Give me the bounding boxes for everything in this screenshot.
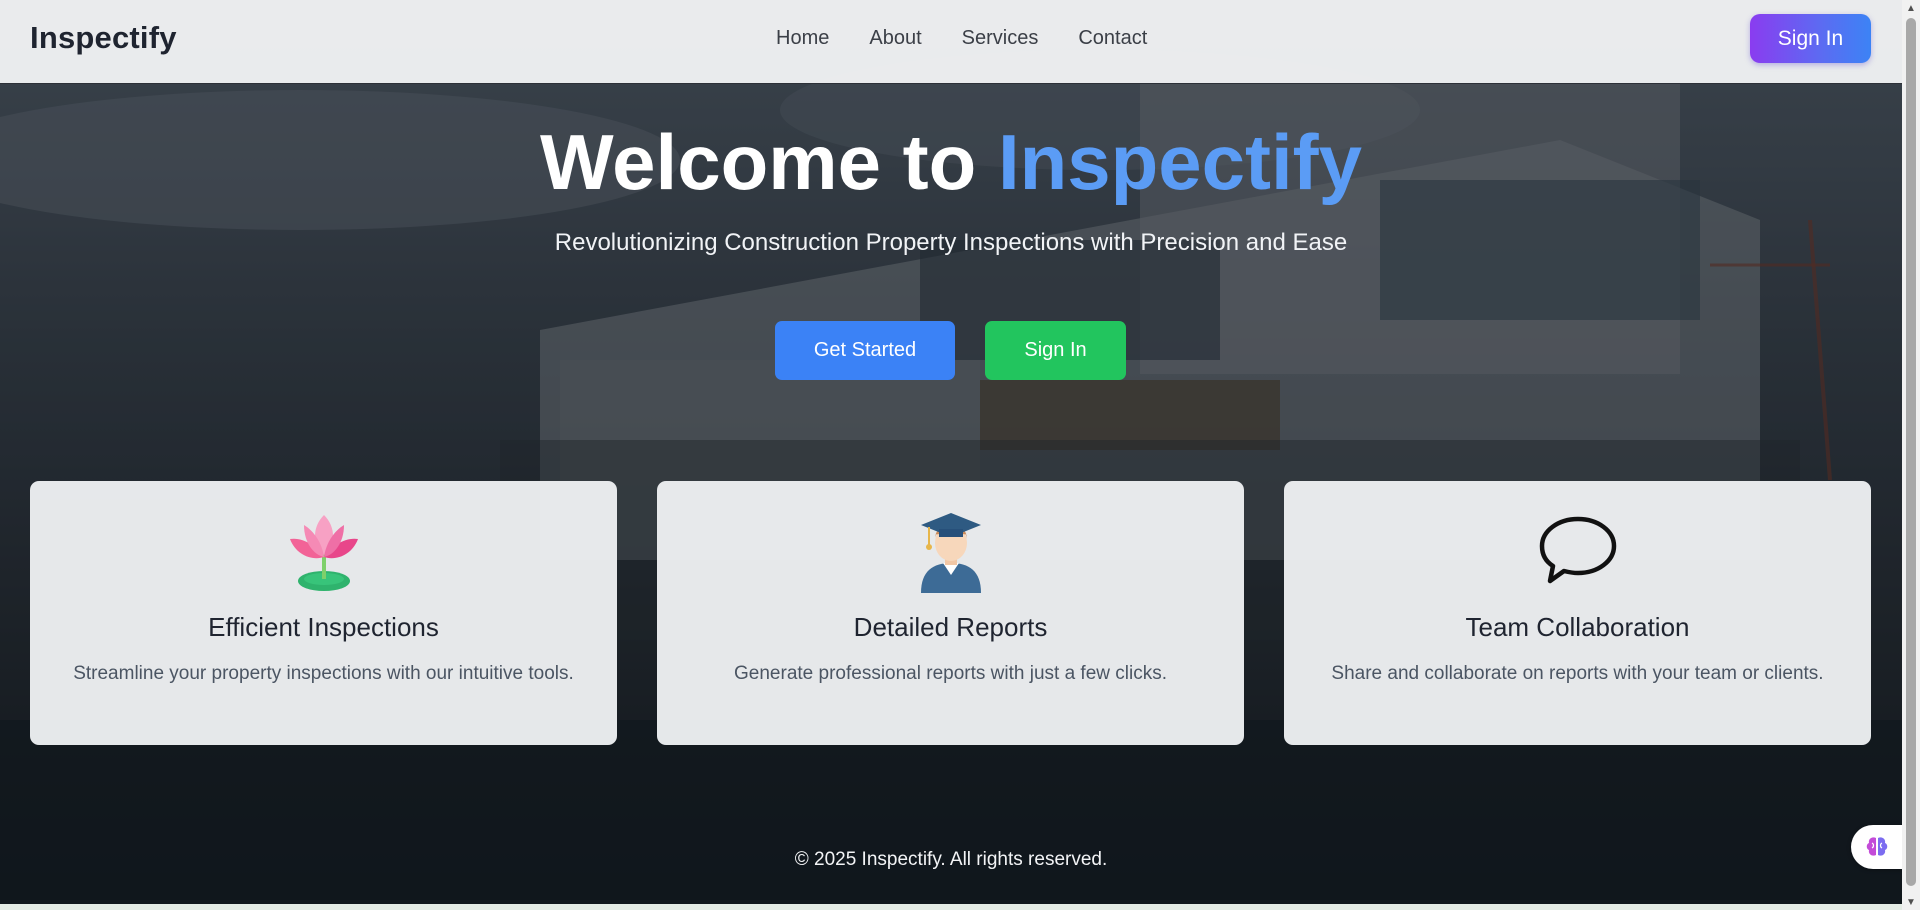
nav-link-home[interactable]: Home [776, 27, 829, 50]
feature-title: Efficient Inspections [208, 612, 439, 642]
nav-link-services[interactable]: Services [962, 27, 1039, 50]
hero-signin-button[interactable]: Sign In [985, 321, 1126, 380]
hero-title: Welcome to Inspectify [0, 118, 1902, 206]
feature-card-team-collaboration: Team Collaboration Share and collaborate… [1284, 481, 1871, 745]
lotus-icon [282, 509, 366, 593]
scroll-down-arrow-icon[interactable]: ▼ [1902, 894, 1920, 910]
footer-copyright: © 2025 Inspectify. All rights reserved. [794, 849, 1108, 870]
scroll-up-arrow-icon[interactable]: ▲ [1902, 0, 1920, 16]
nav-link-contact[interactable]: Contact [1078, 27, 1147, 50]
page-bottom-strip [0, 904, 1902, 910]
navbar-signin-button[interactable]: Sign In [1750, 14, 1871, 63]
feature-description: Generate professional reports with just … [734, 663, 1167, 684]
brain-icon [1866, 837, 1888, 856]
graduate-icon [909, 509, 993, 593]
feature-card-efficient-inspections: Efficient Inspections Streamline your pr… [30, 481, 617, 745]
brand-logo-text[interactable]: Inspectify [30, 20, 177, 56]
feature-title: Detailed Reports [853, 612, 1048, 642]
feature-description: Share and collaborate on reports with yo… [1331, 663, 1824, 684]
feature-description: Streamline your property inspections wit… [73, 663, 574, 684]
nav-links: Home About Services Contact [776, 27, 1147, 50]
feature-title: Team Collaboration [1465, 612, 1690, 642]
vertical-scrollbar[interactable]: ▲ ▼ [1902, 0, 1920, 910]
nav-link-about[interactable]: About [869, 27, 921, 50]
navbar: Inspectify Home About Services Contact S… [0, 0, 1902, 84]
hero-title-prefix: Welcome to [539, 118, 998, 206]
hero-title-accent: Inspectify [997, 118, 1363, 206]
speech-bubble-icon [1536, 509, 1620, 593]
scrollbar-thumb[interactable] [1906, 18, 1916, 886]
feature-card-detailed-reports: Detailed Reports Generate professional r… [657, 481, 1244, 745]
get-started-button[interactable]: Get Started [775, 321, 955, 380]
hero-subtitle: Revolutionizing Construction Property In… [554, 229, 1348, 256]
